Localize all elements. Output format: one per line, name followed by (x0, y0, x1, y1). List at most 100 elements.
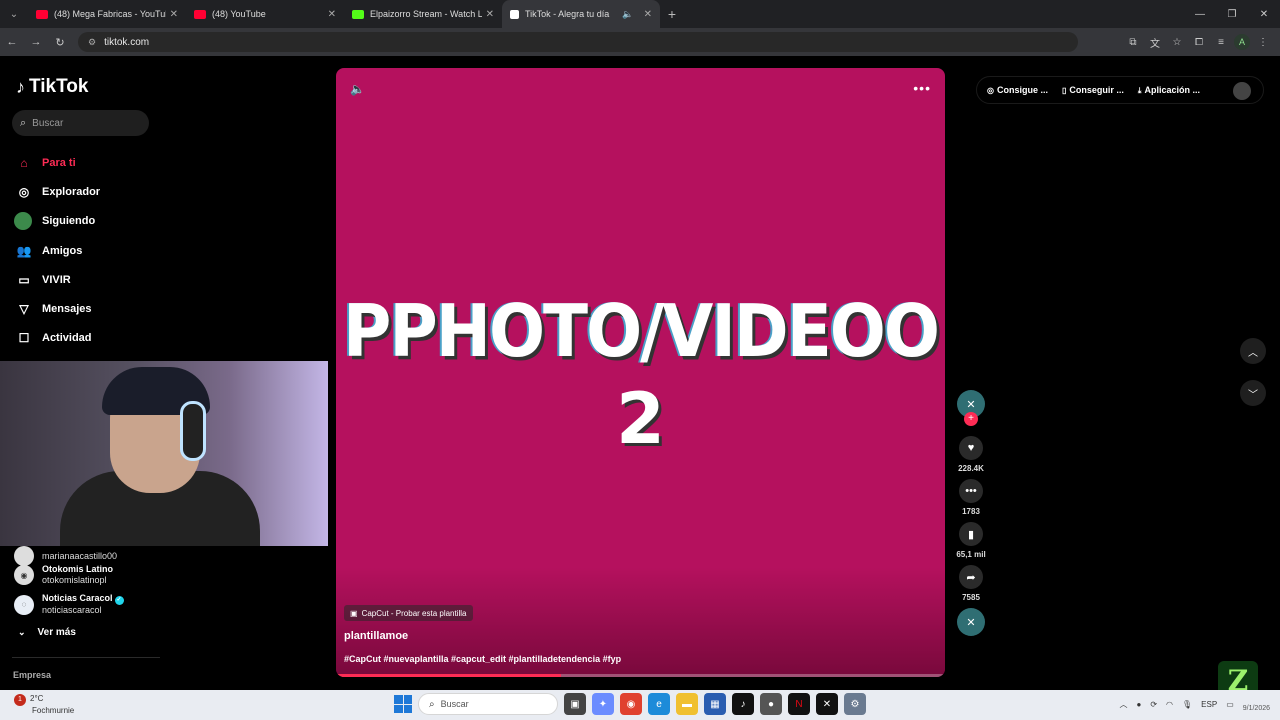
install-app-icon[interactable]: ⧉ (1124, 37, 1142, 48)
sidebar-item-amigos[interactable]: 👥 Amigos (14, 236, 100, 265)
home-icon: ⌂ (20, 155, 28, 170)
sidebar-item-explorador[interactable]: ◎ Explorador (14, 177, 100, 206)
tray-sync-icon[interactable]: ⟳ (1150, 700, 1157, 709)
microphone-icon[interactable]: 🎙 (1182, 700, 1192, 709)
settings-gear-icon[interactable]: ⚙ (844, 693, 866, 715)
following-account[interactable]: marianaacastillo00 (14, 546, 117, 566)
media-control-icon[interactable]: ≡ (1212, 37, 1230, 48)
comment-icon[interactable]: ••• (959, 479, 983, 503)
share-action[interactable]: ➦ 7585 (955, 565, 987, 602)
video-progress-bar[interactable] (336, 674, 945, 677)
more-options-icon[interactable]: ••• (913, 80, 931, 96)
sidebar-item-mensajes[interactable]: ▽ Mensajes (14, 294, 100, 323)
reload-icon[interactable]: ↻ (48, 36, 72, 49)
see-more-button[interactable]: ⌄ Ver más (18, 627, 76, 638)
next-video-chevron-down-icon[interactable]: ﹀ (1240, 380, 1266, 406)
get-coins-button[interactable]: ◎ Consigue ... (987, 85, 1048, 95)
new-tab-plus-icon[interactable]: + (660, 6, 684, 22)
sidebar-item-vivir[interactable]: ▭ VIVIR (14, 265, 100, 294)
maximize-icon[interactable]: ❐ (1216, 0, 1248, 28)
capcut-icon: ▣ (350, 608, 358, 618)
video-hashtags[interactable]: #CapCut #nuevaplantilla #capcut_edit #pl… (344, 654, 621, 664)
like-action[interactable]: ♥ 228.4K (955, 436, 987, 473)
previous-video-chevron-up-icon[interactable]: ︿ (1240, 338, 1266, 364)
brand-name: TikTok (29, 76, 89, 97)
following-account[interactable]: ◌ Noticias Caracol ✓ noticiascaracol (14, 593, 124, 616)
browser-menu-icon[interactable]: ⋮ (1254, 37, 1272, 48)
language-indicator[interactable]: ESP (1201, 700, 1217, 709)
get-more-button[interactable]: ▯ Conseguir ... (1062, 85, 1124, 95)
tiktok-app-icon[interactable]: ♪ (732, 693, 754, 715)
windows-start-icon[interactable] (394, 695, 412, 713)
chrome-icon[interactable]: ◉ (620, 693, 642, 715)
app-download-button[interactable]: ⤓ Aplicación ... (1138, 85, 1200, 96)
close-tab-icon[interactable]: ✕ (486, 9, 494, 20)
video-actions: ✕ + ♥ 228.4K ••• 1783 ▮ 65,1 mil ➦ 7585 … (955, 390, 987, 636)
tab-audio-icon[interactable]: 🔈 (622, 9, 633, 20)
browser-tab[interactable]: Elpaizorro Stream - Watch Live ✕ (344, 0, 502, 28)
profile-avatar-icon[interactable]: A (1234, 34, 1250, 50)
taskbar-search[interactable]: ⌕ Buscar (418, 693, 558, 715)
file-explorer-icon[interactable]: ▬ (676, 693, 698, 715)
close-tab-icon[interactable]: ✕ (170, 9, 178, 20)
wifi-icon[interactable]: ◠ (1166, 700, 1173, 709)
tray-app-icon[interactable]: ● (1136, 700, 1141, 709)
video-author[interactable]: plantillamoe (344, 630, 408, 642)
address-bar-row: ← → ↻ ⚙ tiktok.com ⧉ 文 ☆ ⧠ ≡ A ⋮ (0, 28, 1280, 56)
heart-icon[interactable]: ♥ (959, 436, 983, 460)
following-account[interactable]: ◉ Otokomis Latino otokomislatinopl (14, 564, 113, 586)
minimize-icon[interactable]: — (1184, 0, 1216, 28)
account-handle: otokomislatinopl (42, 575, 107, 585)
user-avatar[interactable] (1233, 82, 1251, 100)
volume-icon[interactable]: 🔈 (350, 82, 365, 96)
browser-tab[interactable]: (48) Mega Fabricas - YouTube ✕ (28, 0, 186, 28)
see-more-label: Ver más (37, 627, 76, 638)
translate-icon[interactable]: 文 (1146, 35, 1164, 50)
display-icon[interactable]: ▭ (1226, 700, 1234, 709)
messages-icon: ▽ (19, 302, 29, 317)
footer-link-empresa[interactable]: Empresa (13, 670, 51, 680)
extensions-icon[interactable]: ⧠ (1190, 37, 1208, 48)
back-arrow-icon[interactable]: ← (0, 36, 24, 48)
close-tab-icon[interactable]: ✕ (328, 9, 336, 20)
app-icon[interactable]: ● (760, 693, 782, 715)
url-field[interactable]: ⚙ tiktok.com (78, 32, 1078, 52)
music-disc-icon[interactable]: ✕ (957, 608, 985, 636)
sidebar-item-label: Amigos (42, 244, 83, 257)
bookmark-star-icon[interactable]: ☆ (1168, 37, 1186, 48)
video-overlay-number: 2 (616, 378, 665, 460)
search-icon: ⌕ (20, 116, 27, 129)
browser-tab[interactable]: (48) YouTube ✕ (186, 0, 344, 28)
task-view-icon[interactable]: ▣ (564, 693, 586, 715)
search-input[interactable]: ⌕ Buscar (12, 110, 149, 136)
browser-tab-active[interactable]: TikTok - Alegra tu día 🔈 ✕ (502, 0, 660, 28)
divider (12, 657, 160, 658)
forward-arrow-icon[interactable]: → (24, 36, 48, 48)
capcut-template-link[interactable]: ▣ CapCut - Probar esta plantilla (344, 605, 473, 621)
follow-plus-icon[interactable]: + (964, 412, 978, 426)
sidebar-item-para-ti[interactable]: ⌂ Para ti (14, 148, 100, 177)
edge-icon[interactable]: e (648, 693, 670, 715)
video-player[interactable]: 🔈 ••• PPHOTO/VIDEOO 2 ▣ CapCut - Probar … (336, 68, 945, 677)
bookmark-icon[interactable]: ▮ (959, 522, 983, 546)
comment-count: 1783 (962, 507, 980, 516)
site-info-icon[interactable]: ⚙ (88, 37, 96, 48)
get-more-label: Conseguir ... (1069, 85, 1124, 95)
weather-widget[interactable]: 1 2°C Fochmurnie (14, 694, 74, 716)
tab-search-chevron-icon[interactable]: ⌄ (0, 0, 28, 28)
comment-action[interactable]: ••• 1783 (955, 479, 987, 516)
sidebar-item-actividad[interactable]: ☐ Actividad (14, 324, 100, 353)
netflix-icon[interactable]: N (788, 693, 810, 715)
capcut-app-icon[interactable]: ✕ (816, 693, 838, 715)
store-icon[interactable]: ▦ (704, 693, 726, 715)
sidebar-item-siguiendo[interactable]: Siguiendo (14, 207, 100, 236)
close-window-icon[interactable]: ✕ (1248, 0, 1280, 28)
clock[interactable]: 9/1/2026 (1243, 695, 1270, 713)
copilot-icon[interactable]: ✦ (592, 693, 614, 715)
share-arrow-icon[interactable]: ➦ (959, 565, 983, 589)
save-action[interactable]: ▮ 65,1 mil (955, 522, 987, 559)
capcut-label: CapCut - Probar esta plantilla (361, 608, 467, 618)
tray-chevron-up-icon[interactable]: ︿ (1119, 699, 1127, 710)
tiktok-logo[interactable]: ♪ TikTok (16, 76, 88, 98)
close-tab-icon[interactable]: ✕ (644, 9, 652, 20)
